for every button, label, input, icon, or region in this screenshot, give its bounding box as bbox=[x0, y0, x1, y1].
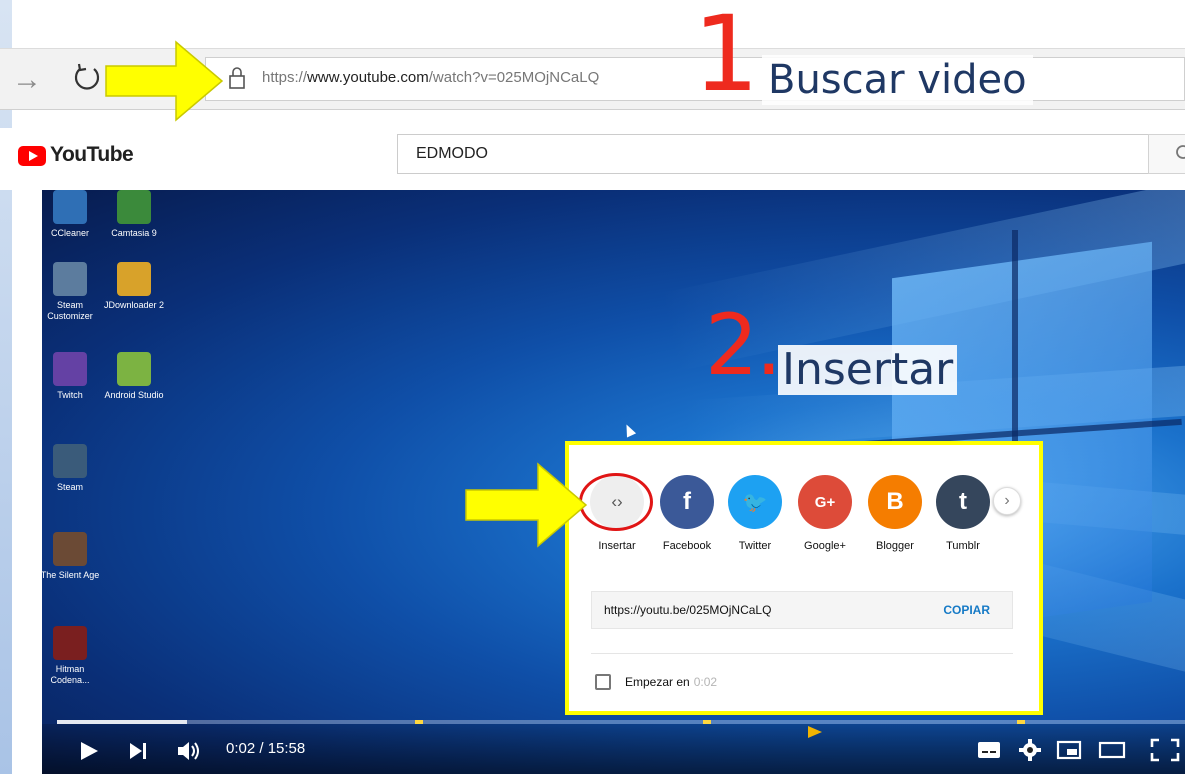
start-at-label: Empezar en 0:02 bbox=[625, 675, 717, 689]
desktop-icon[interactable]: Steam Customizer bbox=[38, 262, 102, 322]
theater-mode-icon[interactable] bbox=[1098, 740, 1126, 760]
desktop-icon[interactable]: Twitch bbox=[38, 352, 102, 401]
app-icon bbox=[53, 190, 87, 224]
time-display: 0:02 / 15:58 bbox=[226, 740, 306, 757]
share-button-label: Insertar bbox=[598, 540, 636, 552]
search-icon bbox=[1176, 145, 1185, 159]
share-button-twitter[interactable]: 🐦 Twitter bbox=[719, 475, 791, 552]
desktop-icon[interactable]: Camtasia 9 bbox=[102, 190, 166, 239]
player-controls bbox=[42, 724, 1185, 774]
back-arrow-icon[interactable]: → bbox=[12, 60, 42, 100]
blogger-icon: B bbox=[868, 475, 922, 529]
progress-fill bbox=[57, 720, 187, 724]
search-button[interactable] bbox=[1148, 134, 1185, 174]
google--icon: G+ bbox=[798, 475, 852, 529]
refresh-icon[interactable] bbox=[70, 60, 104, 94]
chapter-marker bbox=[415, 720, 423, 724]
share-button-label: Tumblr bbox=[946, 540, 980, 552]
app-icon bbox=[53, 352, 87, 386]
app-icon bbox=[53, 626, 87, 660]
url-text: https://www.youtube.com/watch?v=025MOjNC… bbox=[262, 69, 599, 86]
app-icon bbox=[117, 190, 151, 224]
desktop-icon-label: Steam bbox=[56, 482, 83, 492]
step-1-label: Buscar video bbox=[762, 55, 1033, 105]
play-indicator-icon bbox=[808, 726, 822, 738]
step-1-number: 1 bbox=[693, 0, 759, 115]
start-at-checkbox[interactable] bbox=[595, 674, 611, 690]
desktop-icon[interactable]: Steam bbox=[38, 444, 102, 493]
chapter-marker bbox=[703, 720, 711, 724]
desktop-icon-label: Steam Customizer bbox=[47, 300, 93, 321]
yellow-arrow-embed-icon bbox=[465, 462, 588, 548]
search-input[interactable]: EDMODO bbox=[397, 134, 1149, 174]
lock-icon bbox=[229, 67, 245, 89]
share-button-tumblr[interactable]: t Tumblr bbox=[927, 475, 999, 552]
volume-icon[interactable] bbox=[176, 740, 202, 762]
youtube-play-icon bbox=[18, 146, 46, 166]
youtube-logo[interactable]: YouTube bbox=[18, 143, 134, 169]
share-link[interactable]: https://youtu.be/025MOjNCaLQ bbox=[604, 603, 771, 617]
progress-bar[interactable] bbox=[57, 720, 1185, 724]
share-button-google-[interactable]: G+ Google+ bbox=[789, 475, 861, 552]
app-icon bbox=[53, 262, 87, 296]
yellow-arrow-url-icon bbox=[105, 40, 224, 122]
desktop-icon-label: Twitch bbox=[57, 390, 83, 400]
youtube-wordmark: YouTube bbox=[50, 143, 134, 166]
share-button-label: Blogger bbox=[876, 540, 914, 552]
share-button-label: Google+ bbox=[804, 540, 846, 552]
highlight-circle bbox=[579, 473, 653, 531]
subtitles-icon[interactable] bbox=[977, 740, 1001, 760]
step-2-label: Insertar bbox=[778, 345, 958, 395]
share-button-label: Facebook bbox=[662, 540, 712, 552]
app-icon bbox=[117, 262, 151, 296]
share-link-box[interactable]: https://youtu.be/025MOjNCaLQ COPIAR bbox=[591, 591, 1013, 629]
search-input-value: EDMODO bbox=[416, 145, 488, 162]
facebook-icon: f bbox=[660, 475, 714, 529]
desktop-icon-label: Android Studio bbox=[104, 390, 164, 400]
step-2-number: 2. bbox=[705, 296, 782, 394]
url-path: /watch?v=025MOjNCaLQ bbox=[428, 69, 600, 86]
desktop-icon[interactable]: Hitman Codena... bbox=[38, 626, 102, 686]
screenshot-root: → https://www.youtube.com/watch?v=025MOj… bbox=[0, 0, 1185, 774]
share-panel: ‹› Insertar f Facebook 🐦 Twitter G+ Google+ B Blo… bbox=[565, 441, 1043, 715]
url-host: www.youtube.com bbox=[307, 69, 429, 86]
app-icon bbox=[53, 444, 87, 478]
chapter-marker bbox=[1017, 720, 1025, 724]
chevron-right-icon[interactable]: › bbox=[993, 487, 1021, 515]
url-scheme: https:// bbox=[262, 69, 308, 86]
divider bbox=[591, 653, 1013, 654]
start-at-time[interactable]: 0:02 bbox=[694, 675, 717, 689]
desktop-icon-label: Hitman Codena... bbox=[50, 664, 90, 685]
desktop-icon-label: CCleaner bbox=[50, 228, 90, 238]
share-button-label: Twitter bbox=[738, 540, 772, 552]
desktop-icon[interactable]: CCleaner bbox=[38, 190, 102, 239]
copy-button[interactable]: COPIAR bbox=[943, 603, 990, 617]
app-icon bbox=[53, 532, 87, 566]
miniplayer-icon[interactable] bbox=[1056, 740, 1082, 760]
play-button[interactable] bbox=[78, 740, 100, 762]
desktop-icon[interactable]: Android Studio bbox=[102, 352, 166, 401]
slide-edge bbox=[0, 0, 12, 774]
desktop-icon-label: JDownloader 2 bbox=[103, 300, 165, 310]
next-button[interactable] bbox=[128, 741, 150, 761]
start-at-text: Empezar en bbox=[625, 675, 690, 689]
desktop-icon-label: The Silent Age bbox=[40, 570, 100, 580]
desktop-icon[interactable]: The Silent Age bbox=[38, 532, 102, 581]
desktop-icon-label: Camtasia 9 bbox=[111, 228, 157, 238]
share-button-facebook[interactable]: f Facebook bbox=[651, 475, 723, 552]
tumblr-icon: t bbox=[936, 475, 990, 529]
app-icon bbox=[117, 352, 151, 386]
desktop-icon[interactable]: JDownloader 2 bbox=[102, 262, 166, 311]
fullscreen-icon[interactable] bbox=[1150, 738, 1180, 762]
share-button-blogger[interactable]: B Blogger bbox=[859, 475, 931, 552]
gear-icon[interactable] bbox=[1018, 738, 1042, 762]
twitter-icon: 🐦 bbox=[728, 475, 782, 529]
